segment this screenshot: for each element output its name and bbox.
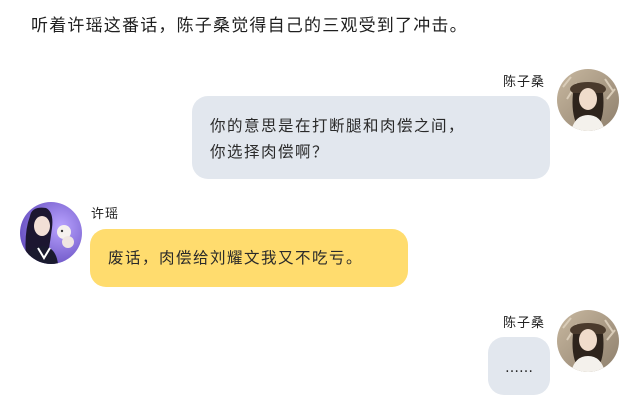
message-bubble-1: 你的意思是在打断腿和肉偿之间， 你选择肉偿啊？ bbox=[192, 96, 550, 179]
avatar-portrait-icon bbox=[557, 69, 619, 131]
sender-name-xuyao: 许瑶 bbox=[91, 207, 120, 222]
avatar-portrait-icon bbox=[557, 310, 619, 372]
sender-name-chenzisang: 陈子桑 bbox=[503, 75, 546, 90]
message-1-line-2: 你选择肉偿啊？ bbox=[210, 143, 330, 161]
avatar-portrait-icon bbox=[20, 202, 82, 264]
message-bubble-2: 废话，肉偿给刘耀文我又不吃亏。 bbox=[90, 229, 408, 287]
message-2-line-1: 废话，肉偿给刘耀文我又不吃亏。 bbox=[108, 249, 364, 267]
avatar-xuyao[interactable] bbox=[20, 202, 82, 264]
message-3-line-1: …… bbox=[505, 360, 533, 376]
sender-name-chenzisang: 陈子桑 bbox=[503, 316, 546, 331]
avatar-chenzisang[interactable] bbox=[557, 310, 619, 372]
message-bubble-3: …… bbox=[488, 337, 550, 395]
avatar-chenzisang[interactable] bbox=[557, 69, 619, 131]
narration-text: 听着许瑶这番话，陈子桑觉得自己的三观受到了冲击。 bbox=[31, 16, 468, 36]
message-1-line-1: 你的意思是在打断腿和肉偿之间， bbox=[210, 117, 466, 135]
